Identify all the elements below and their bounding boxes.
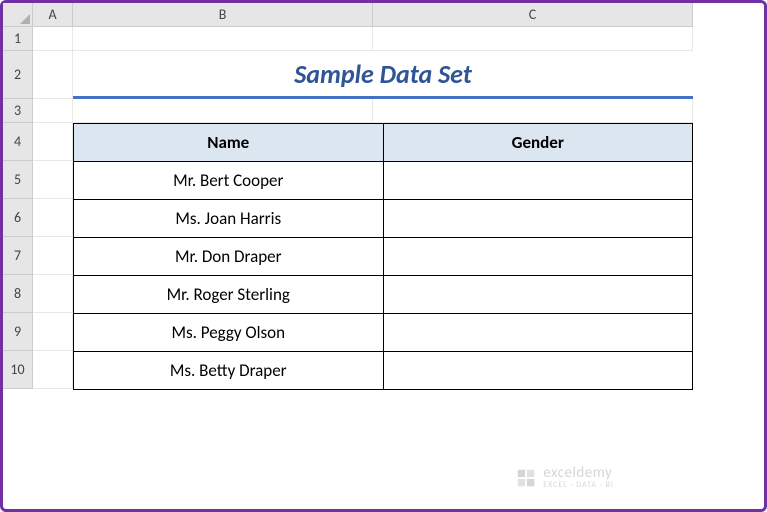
- table-row: Mr. Roger Sterling: [74, 276, 693, 314]
- cell-gender[interactable]: [383, 238, 693, 276]
- spreadsheet-grid: A B C 1 2 Sample Data Set 3 4 5 6 7 8 9 …: [3, 3, 764, 389]
- cell-A10[interactable]: [33, 351, 73, 389]
- title-cell[interactable]: Sample Data Set: [73, 51, 693, 99]
- cell-name[interactable]: Ms. Peggy Olson: [74, 314, 384, 352]
- col-header-B[interactable]: B: [73, 3, 373, 27]
- cell-A3[interactable]: [33, 99, 73, 123]
- watermark-sub: EXCEL · DATA · BI: [543, 481, 614, 489]
- cell-gender[interactable]: [383, 162, 693, 200]
- cell-A2[interactable]: [33, 51, 73, 99]
- row-header-5[interactable]: 5: [3, 161, 33, 199]
- table-row: Mr. Don Draper: [74, 238, 693, 276]
- watermark-brand: exceldemy: [543, 466, 614, 481]
- cell-gender[interactable]: [383, 314, 693, 352]
- logo-icon: [515, 467, 537, 489]
- cell-gender[interactable]: [383, 200, 693, 238]
- cell-B1[interactable]: [73, 27, 373, 51]
- cell-A5[interactable]: [33, 161, 73, 199]
- cell-name[interactable]: Mr. Don Draper: [74, 238, 384, 276]
- row-header-1[interactable]: 1: [3, 27, 33, 51]
- cell-name[interactable]: Ms. Betty Draper: [74, 352, 384, 390]
- cell-A7[interactable]: [33, 237, 73, 275]
- watermark: exceldemy EXCEL · DATA · BI: [515, 466, 614, 489]
- row-header-8[interactable]: 8: [3, 275, 33, 313]
- header-gender[interactable]: Gender: [383, 124, 693, 162]
- col-header-C[interactable]: C: [373, 3, 693, 27]
- cell-A9[interactable]: [33, 313, 73, 351]
- table-row: Ms. Joan Harris: [74, 200, 693, 238]
- data-table: Name Gender Mr. Bert Cooper Ms. Joan Har…: [73, 123, 693, 390]
- col-header-A[interactable]: A: [33, 3, 73, 27]
- data-table-region: Name Gender Mr. Bert Cooper Ms. Joan Har…: [73, 123, 693, 389]
- cell-C3[interactable]: [373, 99, 693, 123]
- cell-A4[interactable]: [33, 123, 73, 161]
- row-header-3[interactable]: 3: [3, 99, 33, 123]
- row-header-4[interactable]: 4: [3, 123, 33, 161]
- table-row: Ms. Betty Draper: [74, 352, 693, 390]
- row-header-6[interactable]: 6: [3, 199, 33, 237]
- cell-gender[interactable]: [383, 276, 693, 314]
- table-row: Mr. Bert Cooper: [74, 162, 693, 200]
- page-title: Sample Data Set: [294, 58, 472, 90]
- header-name[interactable]: Name: [74, 124, 384, 162]
- watermark-text: exceldemy EXCEL · DATA · BI: [543, 466, 614, 489]
- cell-A6[interactable]: [33, 199, 73, 237]
- cell-name[interactable]: Mr. Bert Cooper: [74, 162, 384, 200]
- select-all-corner[interactable]: [3, 3, 33, 27]
- cell-C1[interactable]: [373, 27, 693, 51]
- row-header-7[interactable]: 7: [3, 237, 33, 275]
- table-header-row: Name Gender: [74, 124, 693, 162]
- cell-name[interactable]: Mr. Roger Sterling: [74, 276, 384, 314]
- row-header-10[interactable]: 10: [3, 351, 33, 389]
- cell-A8[interactable]: [33, 275, 73, 313]
- row-header-2[interactable]: 2: [3, 51, 33, 99]
- cell-gender[interactable]: [383, 352, 693, 390]
- row-header-9[interactable]: 9: [3, 313, 33, 351]
- table-row: Ms. Peggy Olson: [74, 314, 693, 352]
- cell-A1[interactable]: [33, 27, 73, 51]
- cell-name[interactable]: Ms. Joan Harris: [74, 200, 384, 238]
- cell-B3[interactable]: [73, 99, 373, 123]
